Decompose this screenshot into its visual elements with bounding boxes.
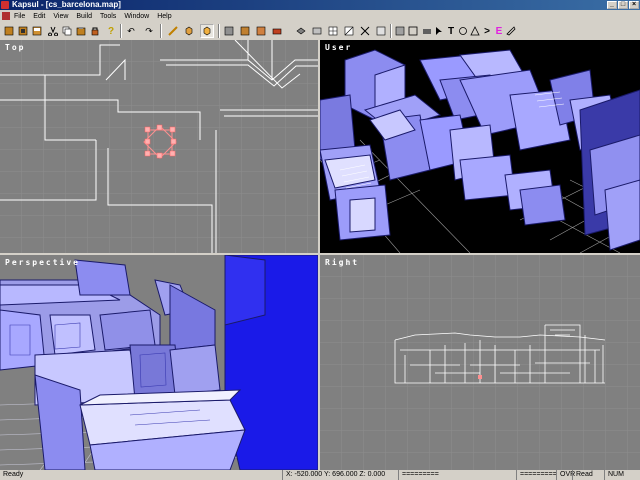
clip-icon[interactable] [358,24,372,38]
close-button[interactable]: × [629,1,639,9]
paste-icon[interactable] [74,24,88,38]
perspective-3d-canvas [0,255,318,470]
menu-view[interactable]: View [49,13,72,20]
snap-icon[interactable] [342,24,356,38]
brush-tool-icon[interactable] [166,24,180,38]
mirror-icon[interactable] [310,24,324,38]
toolbar-separator [160,24,162,38]
grid-icon[interactable] [326,24,340,38]
viewport-right[interactable]: Right [320,255,640,470]
undo-icon[interactable]: ↶ [124,24,138,38]
toolbar-separator [120,24,122,38]
new-file-icon[interactable] [2,24,16,38]
right-wireframe-canvas [320,255,640,470]
cube-icon[interactable] [182,24,196,38]
minimize-button[interactable]: _ [607,1,617,9]
top-wireframe-canvas [0,40,318,253]
title-bar: Kapsul - [cs_barcelona.map] _ □ × [0,0,640,10]
save-icon[interactable] [30,24,44,38]
viewport-label-user: User [325,43,353,52]
menu-help[interactable]: Help [153,13,175,20]
viewport-user[interactable]: User [320,40,640,253]
toolbar-separator [390,24,392,38]
document-icon[interactable] [2,12,10,20]
app-icon[interactable] [1,1,9,9]
cut-icon[interactable] [46,24,60,38]
vertical-splitter[interactable] [318,40,320,470]
copy-icon[interactable] [60,24,74,38]
viewport-perspective[interactable]: Perspective [0,255,318,470]
hollow-icon[interactable] [406,24,420,38]
viewport-top[interactable]: Top [0,40,318,253]
toolbar-separator [218,24,220,38]
viewport-label-top: Top [5,43,26,52]
arrow-glyph: > [484,25,490,37]
entity-icon[interactable] [270,24,284,38]
viewport-label-right: Right [325,258,360,267]
vertex-icon[interactable] [374,24,388,38]
window-controls: _ □ × [607,1,639,9]
menu-tools[interactable]: Tools [96,13,120,20]
cursor-coordinates: X: -520.000 Y: 696.000 Z: 0.000 [282,470,398,480]
menu-edit[interactable]: Edit [29,13,49,20]
window-title: Kapsul - [cs_barcelona.map] [12,0,121,9]
status-progress-left: ========= [398,470,516,480]
menu-file[interactable]: File [10,13,29,20]
menu-build[interactable]: Build [72,13,96,20]
menu-bar: File Edit View Build Tools Window Help [0,10,640,22]
light-icon[interactable] [254,24,268,38]
status-text: Ready [3,471,24,478]
menu-window[interactable]: Window [120,13,153,20]
text-tool-glyph: T [447,25,455,37]
compile-icon[interactable] [504,24,518,38]
help-icon[interactable]: ? [104,24,118,38]
status-bar: Ready X: -520.000 Y: 696.000 Z: 0.000 ==… [0,470,640,480]
selection-marker [478,375,482,379]
lock-icon[interactable] [88,24,102,38]
face-icon[interactable] [393,24,407,38]
open-file-icon[interactable] [16,24,30,38]
viewport-label-perspective: Perspective [5,258,80,267]
status-read: Read [572,470,604,480]
group-icon[interactable] [294,24,308,38]
maximize-button[interactable]: □ [618,1,628,9]
horizontal-splitter[interactable] [0,253,640,255]
status-progress-right: ========= [516,470,557,480]
redo-icon[interactable]: ↷ [142,24,156,38]
entity-glyph: E [495,25,503,37]
toolbar: ? ↶ ↷ T > E [0,22,640,41]
texture-icon[interactable] [238,24,252,38]
flat-shade-icon[interactable] [222,24,236,38]
status-num: NUM [604,470,640,480]
status-ovr: OVR [556,470,575,480]
user-3d-canvas [320,40,640,253]
wireframe-icon[interactable] [200,24,214,38]
